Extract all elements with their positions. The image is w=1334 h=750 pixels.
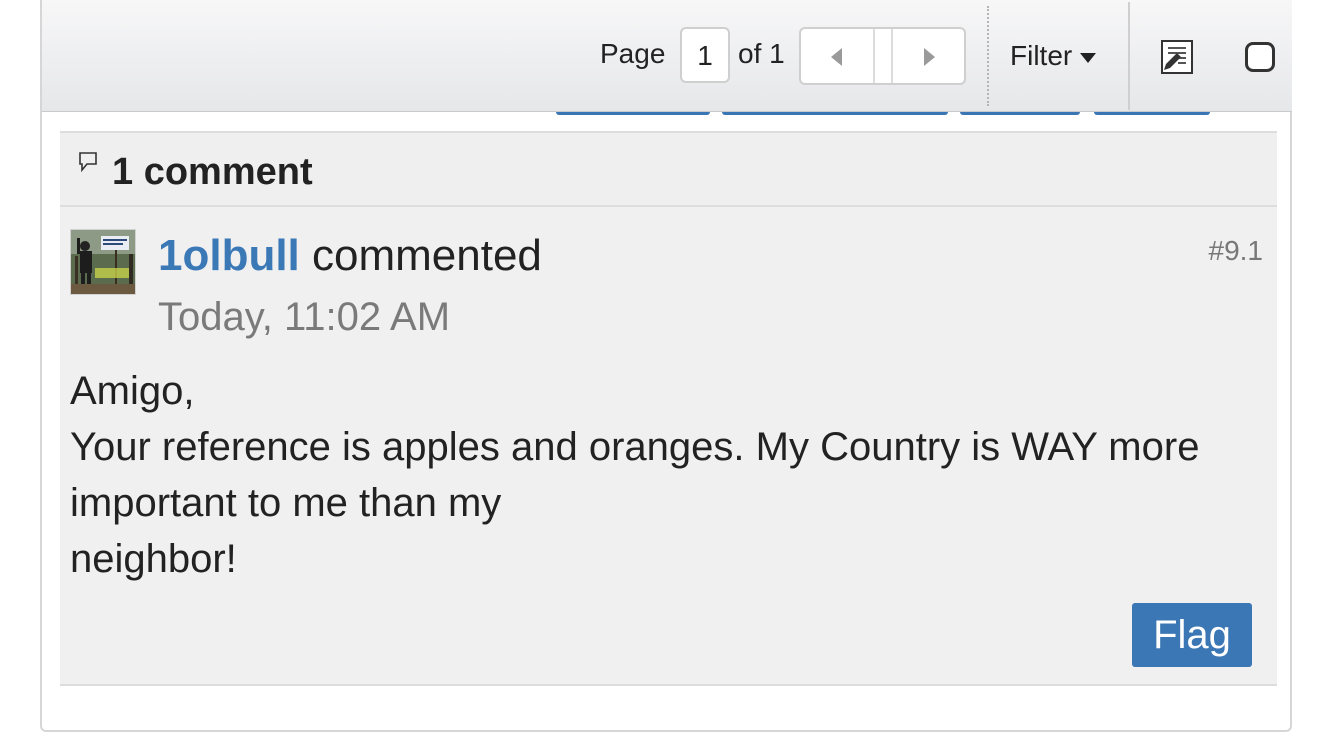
page-label: Page bbox=[600, 38, 666, 69]
previous-page-button[interactable] bbox=[801, 29, 871, 83]
toolbar-divider bbox=[987, 6, 989, 106]
comment-line: Amigo, bbox=[70, 369, 195, 413]
edit-note-icon[interactable] bbox=[1160, 40, 1194, 74]
pagination-toolbar: Page 1 of 1 Filter bbox=[42, 0, 1292, 112]
avatar[interactable] bbox=[70, 229, 136, 295]
comment-action: commented bbox=[312, 231, 542, 280]
pager-divider bbox=[873, 29, 893, 83]
comment-line: Your reference is apples and oranges. My… bbox=[70, 425, 1200, 525]
flag-button[interactable]: Flag bbox=[1132, 603, 1252, 667]
comment-timestamp: Today, 11:02 AM bbox=[158, 295, 451, 339]
filter-dropdown[interactable]: Filter bbox=[1010, 40, 1097, 72]
comment-item: 1olbull commented Today, 11:02 AM #9.1 A… bbox=[60, 207, 1277, 686]
speech-bubble-icon bbox=[79, 152, 97, 173]
comment-count: 1 comment bbox=[112, 151, 313, 193]
chevron-right-icon bbox=[924, 48, 935, 66]
comments-panel: Page 1 of 1 Filter 1 comment 1olbull com… bbox=[40, 0, 1292, 732]
comment-body: Amigo, Your reference is apples and oran… bbox=[70, 363, 1270, 587]
comment-author-line: 1olbull commented bbox=[158, 231, 542, 281]
hidden-tab-edge bbox=[1094, 112, 1210, 115]
page-total-label: of 1 bbox=[738, 38, 785, 69]
hidden-tab-edge bbox=[722, 112, 948, 115]
pager-buttons bbox=[799, 27, 966, 85]
comment-permalink[interactable]: #9.1 bbox=[1209, 235, 1264, 267]
author-link[interactable]: 1olbull bbox=[158, 231, 300, 280]
comments-header: 1 comment bbox=[60, 131, 1277, 207]
hidden-tab-edge bbox=[556, 112, 710, 115]
next-page-button[interactable] bbox=[894, 29, 964, 83]
comment-line: neighbor! bbox=[70, 537, 237, 581]
chevron-left-icon bbox=[831, 48, 842, 66]
caret-down-icon bbox=[1080, 52, 1097, 63]
hidden-tab-edge bbox=[960, 112, 1080, 115]
checkbox-icon[interactable] bbox=[1245, 42, 1275, 72]
avatar-photo bbox=[71, 230, 135, 294]
page-number-input[interactable]: 1 bbox=[680, 27, 730, 83]
toolbar-divider bbox=[1128, 2, 1130, 110]
filter-label: Filter bbox=[1010, 40, 1073, 71]
